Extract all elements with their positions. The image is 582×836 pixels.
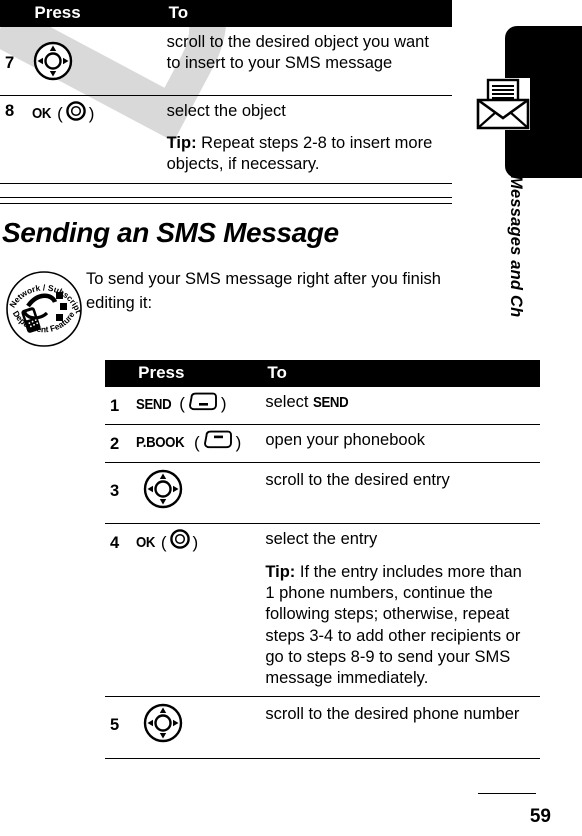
header-to: To [166,0,452,27]
paren-close: ) [192,532,199,552]
step-key: SEND ( ) [136,386,266,425]
step-key-label: SEND [136,395,172,413]
svg-text:Network / Subscription: Network / Subscription [2,266,84,315]
navigation-key-icon [142,468,184,516]
step-key-label: P.BOOK [136,433,185,451]
page-content: Messages and Ch Press To 7 scroll to the… [0,0,582,836]
network-subscription-dependent-feature-icon: Network / Subscription Dependent Feature [0,258,86,352]
table-row: 3 scroll to the desired entry [105,462,540,525]
step-tip: Tip: If the entry includes more than 1 p… [265,562,534,690]
chapter-tab-label: Messages and Ch [507,175,525,318]
step-key: OK ( ) [32,95,167,184]
footer-rule [478,793,536,794]
section-divider [0,197,452,204]
envelope-message-icon [476,78,530,130]
step-key: OK ( ) [136,523,266,698]
step-tip-text: Repeat steps 2-8 to insert more objects,… [166,134,433,174]
header-blank [0,0,33,27]
step-tip: Tip: Repeat steps 2-8 to insert more obj… [167,133,446,176]
table-row: 2 P.BOOK ( ) open your phonebook [105,424,540,464]
step-description: open your phonebook [265,424,540,464]
step-number: 7 [0,26,33,96]
paren-open: ( [57,104,63,123]
step-key [32,26,167,96]
step-description-emphasis: SEND [313,393,349,411]
step-number: 4 [105,523,137,698]
step-key [136,462,266,525]
paren-open: ( [160,532,167,552]
intro-paragraph: To send your SMS message right after you… [86,270,441,312]
left-softkey-icon [188,392,218,417]
step-number: 2 [105,424,137,464]
navigation-key-icon [142,702,184,750]
step-tip-prefix: Tip: [265,562,296,581]
step-description-text: select the entry [265,530,378,549]
step-key: P.BOOK ( ) [136,424,266,464]
paren-open: ( [193,432,200,452]
table-insert-object: Press To 7 scroll to the desired object … [0,0,452,184]
paren-close: ) [88,104,95,123]
table-row: 1 SEND ( ) select SEND [105,386,540,425]
table-row: 7 scroll to the desired object you want … [0,26,452,96]
step-key [136,696,266,759]
step-number: 1 [105,386,137,425]
navigation-key-icon [32,40,74,88]
header-to: To [265,360,540,387]
step-tip-text: If the entry includes more than 1 phone … [265,562,522,688]
step-description: scroll to the desired entry [265,462,540,525]
step-description: scroll to the desired phone number [265,696,540,759]
table-sending-sms: Press To 1 SEND ( ) select SEND 2 P.BOOK… [105,360,540,759]
header-press: Press [32,0,167,27]
table-row: 4 OK ( ) select the entry Tip: If the en… [105,523,540,698]
step-description: select the object Tip: Repeat steps 2-8 … [166,95,452,184]
svg-text:Dependent Feature: Dependent Feature [11,309,77,335]
step-number: 8 [0,95,33,184]
page-number: 59 [529,806,551,827]
header-press: Press [136,360,266,387]
step-description-prefix: select [265,392,314,411]
table-row: 5 scroll to the desired phone number [105,696,540,759]
step-tip-prefix: Tip: [166,134,197,153]
step-key-label: OK [136,533,156,551]
step-description: scroll to the desired object you want to… [166,26,452,96]
step-description-text: select the object [166,101,286,120]
step-key-label: OK [32,105,52,123]
paren-close: ) [220,394,227,414]
section-heading: Sending an SMS Message [2,217,339,248]
paren-close: ) [235,432,242,452]
center-select-key-icon [169,529,190,555]
table-header-row: Press To [105,360,540,387]
paren-open: ( [179,394,185,414]
step-description: select SEND [265,386,540,425]
table-header-row: Press To [0,0,452,27]
step-description: select the entry Tip: If the entry inclu… [265,523,540,698]
table-row: 8 OK ( ) select the object Tip: Repeat s… [0,95,452,184]
header-blank [105,360,137,387]
step-number: 5 [105,696,137,759]
right-softkey-icon [203,430,233,455]
step-number: 3 [105,462,137,525]
center-select-key-icon [65,101,86,127]
